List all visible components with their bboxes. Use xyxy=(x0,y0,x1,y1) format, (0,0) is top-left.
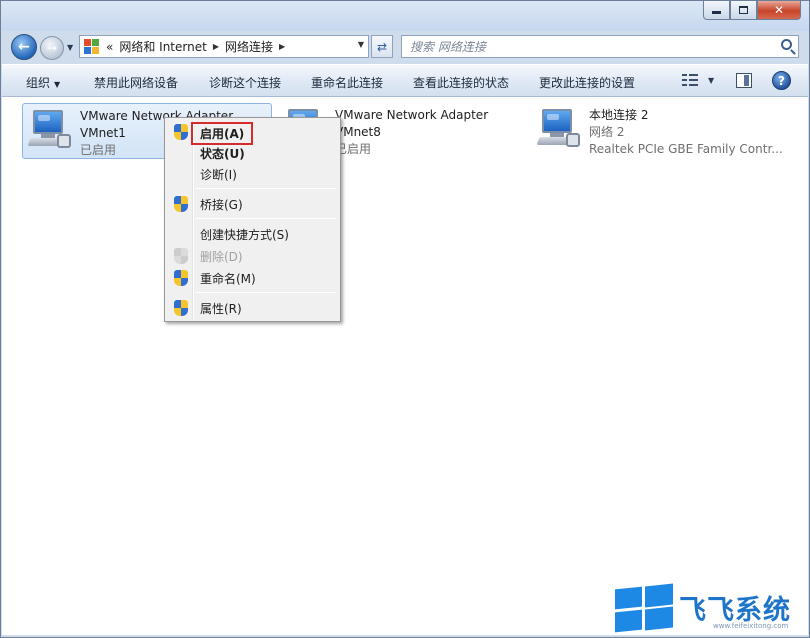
adapter-name: VMware Network Adapter xyxy=(335,108,489,122)
disable-device-button[interactable]: 禁用此网络设备 xyxy=(94,74,178,91)
diagnose-button[interactable]: 诊断这个连接 xyxy=(209,74,281,91)
menu-item-enable[interactable]: 启用(A) xyxy=(167,121,338,145)
watermark-url: www.feifeixitong.com xyxy=(713,622,789,630)
uac-shield-icon xyxy=(174,270,188,286)
help-button[interactable]: ? xyxy=(772,71,791,90)
breadcrumb-overflow[interactable]: « xyxy=(106,40,113,54)
refresh-button[interactable]: ⇄ xyxy=(371,35,393,58)
search-box[interactable]: 搜索 网络连接 xyxy=(401,35,799,58)
menu-label: 诊断(I) xyxy=(200,168,237,182)
arrow-left-icon: ← xyxy=(18,39,30,55)
menu-item-delete[interactable]: 删除(D) xyxy=(167,245,338,266)
view-status-button[interactable]: 查看此连接的状态 xyxy=(413,74,509,91)
recent-pages-dropdown[interactable]: ▼ xyxy=(67,43,73,52)
breadcrumb-network-internet[interactable]: 网络和 Internet xyxy=(119,38,206,55)
window-controls: ✕ xyxy=(703,1,801,20)
command-bar: 组织 ▼ 禁用此网络设备 诊断这个连接 重命名此连接 查看此连接的状态 更改此连接… xyxy=(2,64,808,97)
context-menu: 启用(A) 状态(U) 诊断(I) 桥接(G) 创建快捷方式(S) 删除(D) … xyxy=(164,117,341,322)
close-button[interactable]: ✕ xyxy=(757,1,801,20)
address-dropdown-icon[interactable]: ▼ xyxy=(358,40,364,49)
uac-shield-icon xyxy=(174,248,188,264)
back-button[interactable]: ← xyxy=(11,34,37,60)
search-input[interactable]: 搜索 网络连接 xyxy=(410,38,486,55)
network-adapter-icon xyxy=(27,110,75,154)
menu-label: 创建快捷方式(S) xyxy=(200,228,289,242)
close-icon: ✕ xyxy=(773,3,785,17)
search-icon[interactable] xyxy=(781,39,792,50)
organize-button[interactable]: 组织 ▼ xyxy=(26,74,60,91)
preview-pane-icon[interactable] xyxy=(736,73,752,88)
change-settings-button[interactable]: 更改此连接的设置 xyxy=(539,74,635,91)
chevron-right-icon[interactable]: ▶ xyxy=(279,42,285,51)
menu-item-bridge[interactable]: 桥接(G) xyxy=(167,193,338,214)
maximize-button[interactable] xyxy=(730,1,757,20)
adapter-state: 已启用 xyxy=(335,142,372,156)
minimize-icon xyxy=(712,11,721,14)
view-options-icon[interactable] xyxy=(682,73,698,87)
uac-shield-icon xyxy=(174,196,188,212)
breadcrumb-network-connections[interactable]: 网络连接 xyxy=(225,38,273,55)
organize-label: 组织 xyxy=(26,76,51,90)
menu-label: 状态(U) xyxy=(200,147,245,161)
connections-list: VMware Network Adapter VMnet1 已启用 VMware… xyxy=(2,97,808,635)
menu-separator xyxy=(195,188,336,189)
windows-logo-icon xyxy=(615,583,675,634)
forward-button[interactable]: → xyxy=(40,36,64,60)
menu-label: 属性(R) xyxy=(200,302,242,316)
uac-shield-icon xyxy=(174,124,188,140)
watermark: 飞飞系统 www.feifeixitong.com xyxy=(613,583,809,634)
adapter-name: 本地连接 2 xyxy=(589,108,649,122)
address-row: ← → ▼ « 网络和 Internet ▶ 网络连接 ▶ ▼ ⇄ 搜索 网络连… xyxy=(1,31,809,63)
menu-item-properties[interactable]: 属性(R) xyxy=(167,297,338,318)
address-bar[interactable]: « 网络和 Internet ▶ 网络连接 ▶ ▼ xyxy=(79,35,369,58)
menu-label: 桥接(G) xyxy=(200,198,243,212)
menu-item-diagnose[interactable]: 诊断(I) xyxy=(167,163,338,184)
view-dropdown-icon[interactable]: ▼ xyxy=(708,76,714,85)
uac-shield-icon xyxy=(174,300,188,316)
adapter-local-connection-2[interactable]: 本地连接 2 网络 2 Realtek PCIe GBE Family Cont… xyxy=(532,103,792,159)
explorer-window: ✕ ← → ▼ « 网络和 Internet ▶ 网络连接 ▶ ▼ ⇄ 搜索 网… xyxy=(0,0,810,638)
control-panel-icon xyxy=(84,38,100,55)
maximize-icon xyxy=(739,6,748,14)
rename-button[interactable]: 重命名此连接 xyxy=(311,74,383,91)
adapter-sub: VMnet8 xyxy=(335,125,381,139)
minimize-button[interactable] xyxy=(703,1,730,20)
menu-item-rename[interactable]: 重命名(M) xyxy=(167,267,338,288)
adapter-state: Realtek PCIe GBE Family Contr... xyxy=(589,142,783,156)
refresh-icon: ⇄ xyxy=(376,39,388,54)
title-bar: ✕ xyxy=(1,1,809,31)
chevron-right-icon[interactable]: ▶ xyxy=(213,42,219,51)
menu-item-create-shortcut[interactable]: 创建快捷方式(S) xyxy=(167,223,338,244)
adapter-sub: 网络 2 xyxy=(589,125,625,139)
menu-label: 重命名(M) xyxy=(200,272,256,286)
menu-separator xyxy=(195,292,336,293)
menu-label: 删除(D) xyxy=(200,250,243,264)
chevron-down-icon: ▼ xyxy=(54,80,61,89)
menu-separator xyxy=(195,218,336,219)
menu-item-status[interactable]: 状态(U) xyxy=(167,142,338,163)
arrow-right-icon: → xyxy=(46,41,58,55)
network-adapter-icon xyxy=(536,109,584,153)
